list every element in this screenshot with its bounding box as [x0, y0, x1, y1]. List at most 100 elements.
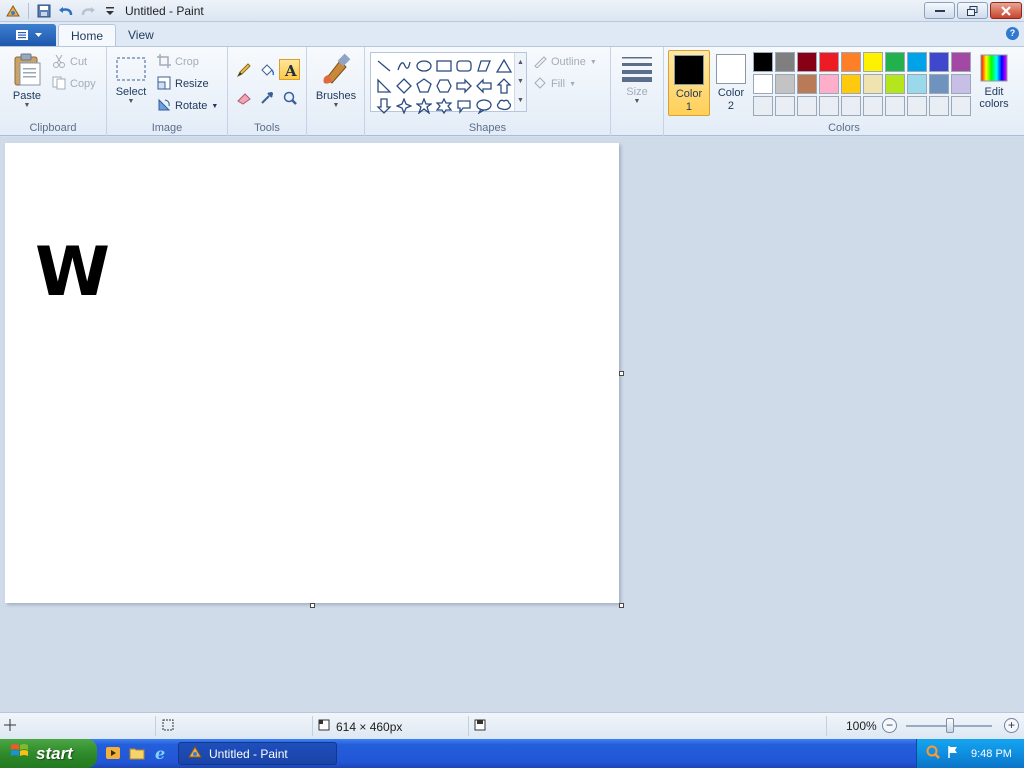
- color1-button[interactable]: Color 1: [668, 50, 710, 116]
- palette-swatch[interactable]: [753, 52, 773, 72]
- scroll-down-icon[interactable]: ▼: [515, 72, 526, 91]
- edit-colors-button[interactable]: Edit colors: [974, 53, 1014, 110]
- resize-handle-right[interactable]: [619, 371, 624, 376]
- palette-swatch[interactable]: [775, 96, 795, 116]
- oval-shape-icon[interactable]: [414, 56, 434, 76]
- cut-button[interactable]: Cut: [52, 53, 87, 71]
- palette-swatch[interactable]: [841, 74, 861, 94]
- zoom-out-button[interactable]: −: [882, 718, 897, 733]
- taskbar-item-paint[interactable]: Untitled - Paint: [178, 742, 337, 765]
- polygon-shape-icon[interactable]: [474, 56, 494, 76]
- fill-button[interactable]: Fill ▼: [533, 75, 576, 93]
- copy-button[interactable]: Copy: [52, 75, 96, 93]
- triangle-shape-icon[interactable]: [494, 56, 514, 76]
- palette-swatch[interactable]: [907, 74, 927, 94]
- four-point-star-shape-icon[interactable]: [394, 96, 414, 116]
- folder-icon[interactable]: [128, 744, 146, 762]
- crop-button[interactable]: Crop: [157, 53, 199, 71]
- save-icon[interactable]: [35, 2, 53, 20]
- redo-icon[interactable]: [79, 2, 97, 20]
- pentagon-shape-icon[interactable]: [414, 76, 434, 96]
- search-icon[interactable]: [925, 744, 941, 763]
- palette-swatch[interactable]: [885, 52, 905, 72]
- flag-icon[interactable]: [947, 745, 959, 762]
- select-button[interactable]: Select ▼: [113, 55, 149, 105]
- palette-swatch[interactable]: [841, 96, 861, 116]
- diamond-shape-icon[interactable]: [394, 76, 414, 96]
- rounded-callout-shape-icon[interactable]: [454, 96, 474, 116]
- pencil-tool[interactable]: [233, 59, 254, 80]
- six-point-star-shape-icon[interactable]: [434, 96, 454, 116]
- line-shape-icon[interactable]: [374, 56, 394, 76]
- shapes-scrollbar[interactable]: ▲ ▼ ▼: [514, 53, 526, 111]
- application-menu-button[interactable]: [0, 24, 56, 46]
- palette-swatch[interactable]: [775, 52, 795, 72]
- up-arrow-shape-icon[interactable]: [494, 76, 514, 96]
- internet-explorer-icon[interactable]: e: [152, 744, 170, 762]
- palette-swatch[interactable]: [775, 74, 795, 94]
- palette-swatch[interactable]: [951, 96, 971, 116]
- palette-swatch[interactable]: [753, 74, 773, 94]
- palette-swatch[interactable]: [819, 52, 839, 72]
- down-arrow-shape-icon[interactable]: [374, 96, 394, 116]
- palette-swatch[interactable]: [753, 96, 773, 116]
- size-button[interactable]: Size ▼: [618, 55, 656, 105]
- tab-home[interactable]: Home: [58, 24, 117, 46]
- oval-callout-shape-icon[interactable]: [474, 96, 494, 116]
- color-picker-tool[interactable]: [256, 87, 277, 108]
- zoom-slider-thumb[interactable]: [946, 718, 954, 733]
- resize-handle-bottom[interactable]: [310, 603, 315, 608]
- resize-handle-corner[interactable]: [619, 603, 624, 608]
- palette-swatch[interactable]: [885, 96, 905, 116]
- resize-button[interactable]: Resize: [157, 75, 209, 93]
- palette-swatch[interactable]: [951, 74, 971, 94]
- color2-button[interactable]: Color 2: [710, 50, 752, 116]
- palette-swatch[interactable]: [819, 96, 839, 116]
- restore-button[interactable]: [957, 2, 988, 19]
- undo-icon[interactable]: [57, 2, 75, 20]
- left-arrow-shape-icon[interactable]: [474, 76, 494, 96]
- media-player-icon[interactable]: [104, 744, 122, 762]
- palette-swatch[interactable]: [907, 96, 927, 116]
- rotate-button[interactable]: Rotate ▼: [157, 97, 218, 115]
- zoom-in-button[interactable]: +: [1004, 718, 1019, 733]
- help-icon[interactable]: ?: [1006, 27, 1019, 40]
- palette-swatch[interactable]: [863, 96, 883, 116]
- paint-app-icon[interactable]: [4, 2, 22, 20]
- right-arrow-shape-icon[interactable]: [454, 76, 474, 96]
- rectangle-shape-icon[interactable]: [434, 56, 454, 76]
- right-triangle-shape-icon[interactable]: [374, 76, 394, 96]
- palette-swatch[interactable]: [863, 52, 883, 72]
- palette-swatch[interactable]: [929, 74, 949, 94]
- palette-swatch[interactable]: [797, 96, 817, 116]
- fill-tool[interactable]: [256, 59, 277, 80]
- curve-shape-icon[interactable]: [394, 56, 414, 76]
- palette-swatch[interactable]: [929, 96, 949, 116]
- palette-swatch[interactable]: [951, 52, 971, 72]
- drawing-canvas[interactable]: W: [5, 143, 619, 603]
- expand-gallery-icon[interactable]: ▼: [515, 91, 526, 110]
- rounded-rectangle-shape-icon[interactable]: [454, 56, 474, 76]
- palette-swatch[interactable]: [907, 52, 927, 72]
- palette-swatch[interactable]: [797, 52, 817, 72]
- brushes-button[interactable]: Brushes ▼: [313, 53, 359, 109]
- palette-swatch[interactable]: [885, 74, 905, 94]
- palette-swatch[interactable]: [797, 74, 817, 94]
- palette-swatch[interactable]: [863, 74, 883, 94]
- five-point-star-shape-icon[interactable]: [414, 96, 434, 116]
- paste-button[interactable]: Paste ▼: [8, 53, 46, 109]
- palette-swatch[interactable]: [819, 74, 839, 94]
- text-tool[interactable]: A: [279, 59, 300, 80]
- outline-button[interactable]: Outline ▼: [533, 53, 597, 71]
- palette-swatch[interactable]: [929, 52, 949, 72]
- scroll-up-icon[interactable]: ▲: [515, 53, 526, 72]
- close-button[interactable]: [990, 2, 1022, 19]
- customize-qat-icon[interactable]: [101, 2, 119, 20]
- hexagon-shape-icon[interactable]: [434, 76, 454, 96]
- minimize-button[interactable]: [924, 2, 955, 19]
- palette-swatch[interactable]: [841, 52, 861, 72]
- magnifier-tool[interactable]: [279, 87, 300, 108]
- tab-view[interactable]: View: [116, 24, 166, 46]
- eraser-tool[interactable]: [233, 87, 254, 108]
- start-button[interactable]: start: [0, 739, 97, 768]
